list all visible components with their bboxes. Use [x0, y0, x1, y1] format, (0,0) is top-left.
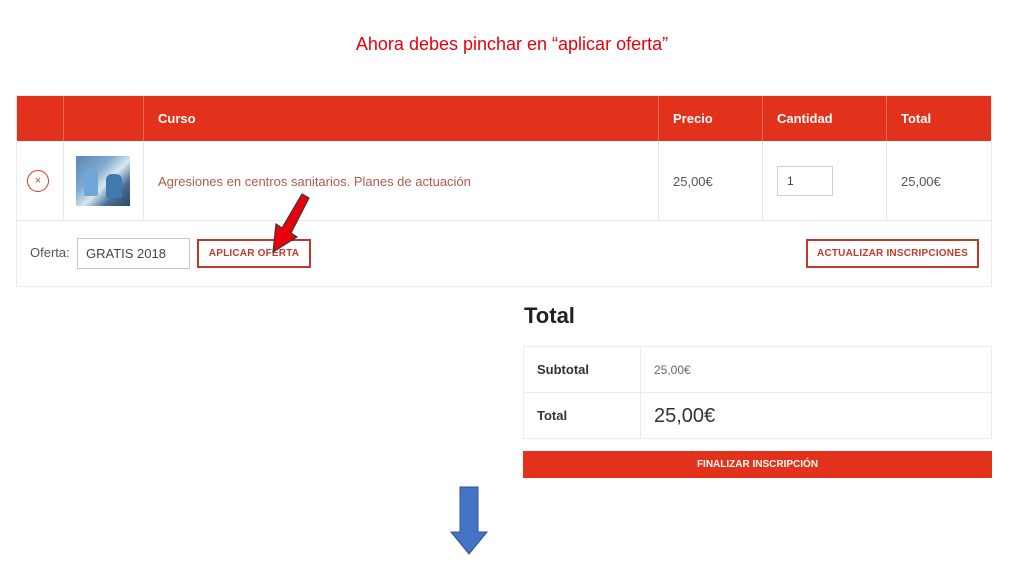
price-cell: 25,00€ [659, 141, 763, 221]
quantity-cell [763, 141, 887, 221]
quantity-input[interactable] [777, 166, 833, 196]
cart-table: Curso Precio Cantidad Total × Agresiones… [16, 95, 992, 287]
coupon-input[interactable]: GRATIS 2018 [77, 238, 190, 269]
pointer-arrow-icon [272, 193, 310, 254]
remove-icon[interactable]: × [27, 170, 49, 192]
header-remove-cell [17, 96, 64, 141]
course-link[interactable]: Agresiones en centros sanitarios. Planes… [158, 174, 471, 189]
thumbnail-cell [64, 141, 144, 221]
update-cart-button[interactable]: ACTUALIZAR INSCRIPCIONES [806, 239, 979, 268]
header-total: Total [901, 111, 932, 126]
row-total-value: 25,00€ [901, 173, 941, 189]
totals-title: Total [524, 303, 575, 328]
subtotal-label: Subtotal [524, 347, 641, 393]
coupon-label: Oferta: [30, 245, 70, 260]
course-cell: Agresiones en centros sanitarios. Planes… [144, 141, 659, 221]
subtotal-value: 25,00€ [654, 363, 691, 377]
total-row: Total 25,00€ [524, 393, 991, 439]
course-thumbnail[interactable] [76, 156, 130, 206]
instruction-title: Ahora debes pinchar en “aplicar oferta” [355, 34, 669, 54]
down-arrow-icon [450, 486, 488, 555]
subtotal-row: Subtotal 25,00€ [524, 347, 991, 393]
header-quantity: Cantidad [763, 96, 887, 141]
price-value: 25,00€ [673, 173, 713, 189]
total-cell: 25,00€ [887, 141, 991, 221]
header-thumbnail-cell [64, 96, 144, 141]
checkout-button[interactable]: FINALIZAR INSCRIPCIÓN [523, 451, 992, 478]
header-course: Curso [144, 96, 659, 141]
coupon-row: Oferta: GRATIS 2018 APLICAR OFERTA ACTUA… [17, 221, 991, 287]
cart-table-header: Curso Precio Cantidad Total [17, 96, 991, 141]
total-label: Total [524, 393, 641, 439]
remove-cell: × [17, 141, 64, 221]
total-value: 25,00€ [654, 405, 716, 427]
totals-table: Subtotal 25,00€ Total 25,00€ [523, 346, 992, 439]
header-price: Precio [659, 96, 763, 141]
table-row: × Agresiones en centros sanitarios. Plan… [17, 141, 991, 221]
